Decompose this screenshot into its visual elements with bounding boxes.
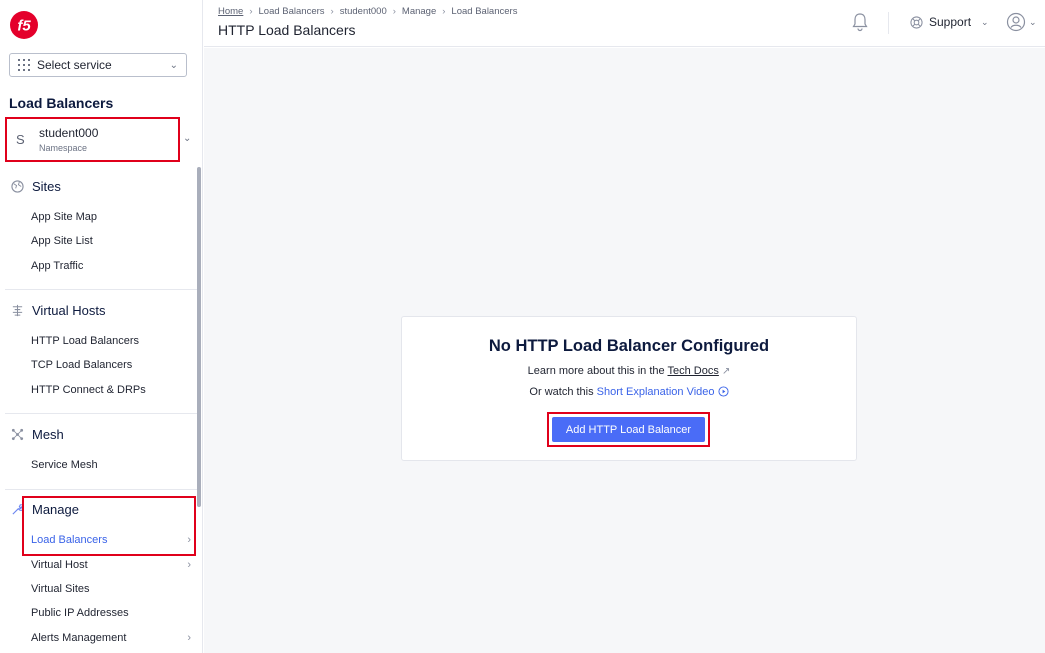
nav-item-service-mesh[interactable]: Service Mesh bbox=[31, 459, 191, 471]
watch-video-line: Or watch this Short Explanation Video bbox=[402, 386, 856, 398]
nav-item-app-traffic[interactable]: App Traffic bbox=[31, 260, 191, 272]
nav-item-virtual-host[interactable]: Virtual Host › bbox=[31, 559, 191, 571]
chevron-right-icon: › bbox=[187, 632, 191, 644]
nav-group-label: Manage bbox=[32, 502, 79, 517]
breadcrumb-item[interactable]: Load Balancers bbox=[259, 6, 325, 17]
nav-item-load-balancers[interactable]: Load Balancers › bbox=[31, 534, 191, 546]
select-service-label: Select service bbox=[37, 58, 112, 72]
nav-group-mesh[interactable]: Mesh bbox=[10, 427, 64, 442]
nav-item-label: App Site Map bbox=[31, 211, 98, 223]
select-service-dropdown[interactable]: Select service ⌄ bbox=[9, 53, 187, 77]
page-title: HTTP Load Balancers bbox=[218, 22, 356, 38]
tech-docs-link[interactable]: Tech Docs bbox=[668, 365, 719, 377]
add-http-load-balancer-button[interactable]: Add HTTP Load Balancer bbox=[552, 417, 705, 442]
nav-item-label: App Traffic bbox=[31, 260, 84, 272]
chevron-right-icon: › bbox=[187, 534, 191, 546]
breadcrumb-separator: › bbox=[249, 6, 253, 17]
svg-text:f5: f5 bbox=[17, 18, 31, 35]
nav-item-label: HTTP Connect & DRPs bbox=[31, 384, 146, 396]
nav-group-label: Virtual Hosts bbox=[32, 303, 106, 318]
namespace-selector[interactable]: S student000 Namespace bbox=[5, 118, 180, 161]
nav-item-label: TCP Load Balancers bbox=[31, 359, 133, 371]
external-link-icon: ↗ bbox=[721, 366, 731, 377]
nav-item-label: Alerts Management bbox=[31, 632, 127, 644]
breadcrumb-item[interactable]: student000 bbox=[340, 6, 387, 17]
sidebar-scrollbar[interactable] bbox=[197, 167, 201, 507]
support-menu[interactable]: Support ⌄ bbox=[910, 15, 989, 29]
namespace-chevron-icon[interactable]: ⌄ bbox=[183, 133, 191, 144]
top-header: Home › Load Balancers › student000 › Man… bbox=[204, 0, 1045, 47]
main-content: No HTTP Load Balancer Configured Learn m… bbox=[204, 48, 1045, 653]
namespace-label: Namespace bbox=[39, 143, 88, 153]
empty-state-card: No HTTP Load Balancer Configured Learn m… bbox=[401, 316, 857, 461]
nav-item-http-connect-drps[interactable]: HTTP Connect & DRPs bbox=[31, 384, 191, 396]
nav-item-public-ip-addresses[interactable]: Public IP Addresses bbox=[31, 607, 191, 619]
support-label: Support bbox=[929, 15, 972, 29]
play-icon bbox=[718, 386, 729, 397]
breadcrumb-item: Load Balancers bbox=[451, 6, 518, 17]
breadcrumb: Home › Load Balancers › student000 › Man… bbox=[218, 6, 517, 17]
chevron-right-icon: › bbox=[187, 559, 191, 571]
nav-item-label: Virtual Host bbox=[31, 559, 88, 571]
nav-item-app-site-map[interactable]: App Site Map bbox=[31, 211, 191, 223]
mesh-icon bbox=[10, 428, 24, 442]
sidebar: f5 Select service ⌄ Load Balancers S stu… bbox=[0, 0, 203, 653]
globe-icon bbox=[10, 180, 24, 194]
nav-item-http-load-balancers[interactable]: HTTP Load Balancers bbox=[31, 335, 191, 347]
nav-item-app-site-list[interactable]: App Site List bbox=[31, 235, 191, 247]
wrench-icon bbox=[10, 503, 24, 517]
apps-grid-icon bbox=[18, 59, 30, 71]
watch-text: Or watch this bbox=[529, 386, 594, 398]
nav-item-label: Service Mesh bbox=[31, 459, 98, 471]
divider bbox=[5, 489, 197, 490]
explanation-video-link[interactable]: Short Explanation Video bbox=[597, 386, 715, 398]
nav-group-manage[interactable]: Manage bbox=[10, 502, 79, 517]
divider bbox=[5, 289, 197, 290]
nav-item-label: App Site List bbox=[31, 235, 93, 247]
learn-more-line: Learn more about this in the Tech Docs ↗ bbox=[402, 365, 856, 377]
sidebar-section-title: Load Balancers bbox=[9, 95, 114, 111]
breadcrumb-separator: › bbox=[330, 6, 334, 17]
breadcrumb-separator: › bbox=[392, 6, 396, 17]
user-avatar-icon bbox=[1006, 12, 1026, 32]
chevron-down-icon: ⌄ bbox=[169, 59, 178, 71]
breadcrumb-home[interactable]: Home bbox=[218, 6, 243, 17]
chevron-down-icon: ⌄ bbox=[1029, 16, 1037, 27]
nav-group-sites[interactable]: Sites bbox=[10, 179, 61, 194]
empty-state-title: No HTTP Load Balancer Configured bbox=[488, 337, 770, 355]
divider bbox=[5, 413, 197, 414]
nav-item-label: Public IP Addresses bbox=[31, 607, 129, 619]
breadcrumb-item[interactable]: Manage bbox=[402, 6, 436, 17]
virtual-hosts-icon bbox=[10, 304, 24, 318]
nav-item-alerts-management[interactable]: Alerts Management › bbox=[31, 632, 191, 644]
nav-item-label: HTTP Load Balancers bbox=[31, 335, 140, 347]
nav-item-label: Load Balancers bbox=[31, 534, 108, 546]
nav-group-label: Sites bbox=[32, 179, 61, 194]
header-divider bbox=[888, 12, 889, 34]
nav-item-label: Virtual Sites bbox=[31, 583, 90, 595]
f5-logo[interactable]: f5 bbox=[9, 10, 39, 40]
nav-group-label: Mesh bbox=[32, 427, 64, 442]
chevron-down-icon: ⌄ bbox=[981, 16, 989, 27]
nav-item-virtual-sites[interactable]: Virtual Sites bbox=[31, 583, 191, 595]
nav-item-tcp-load-balancers[interactable]: TCP Load Balancers bbox=[31, 359, 191, 371]
learn-more-text: Learn more about this in the bbox=[527, 365, 665, 377]
user-menu[interactable]: ⌄ bbox=[1006, 12, 1037, 32]
nav-group-virtual-hosts[interactable]: Virtual Hosts bbox=[10, 303, 105, 318]
bell-icon[interactable] bbox=[851, 12, 869, 32]
namespace-avatar: S bbox=[16, 132, 25, 147]
namespace-name: student000 bbox=[39, 126, 99, 140]
lifebuoy-icon bbox=[910, 15, 923, 29]
breadcrumb-separator: › bbox=[442, 6, 446, 17]
